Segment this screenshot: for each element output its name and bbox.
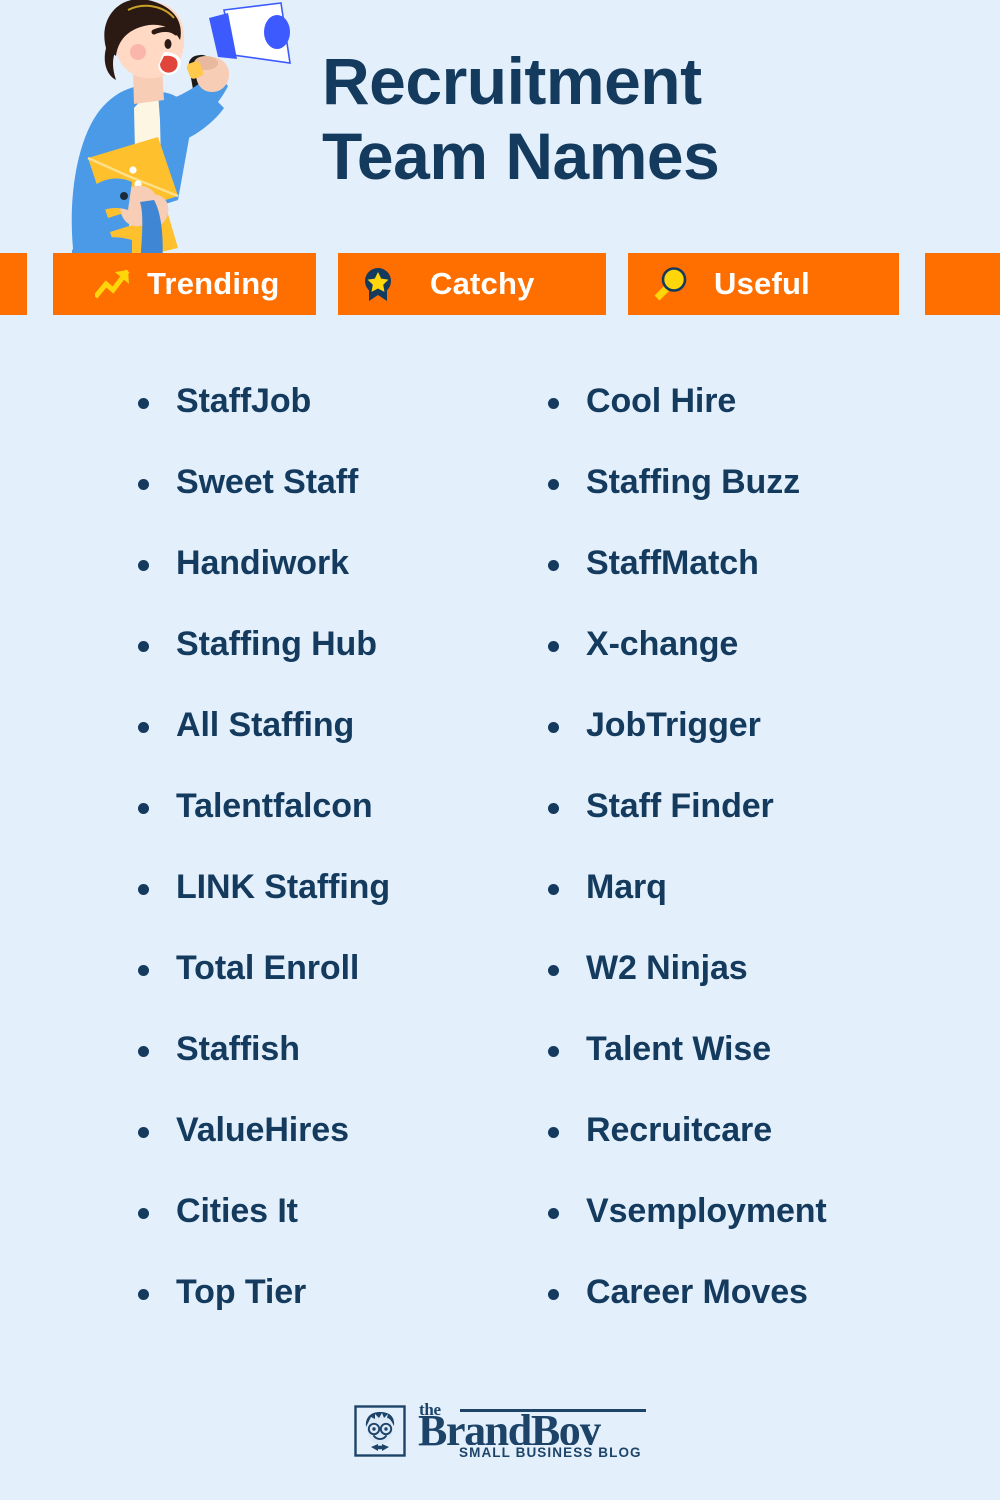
team-name: StaffJob — [176, 382, 312, 420]
badge-catchy-label: Catchy — [430, 266, 535, 301]
bullet-icon — [138, 641, 149, 652]
list-item: Total Enroll — [138, 947, 528, 1028]
badge-trending[interactable]: Trending — [53, 253, 316, 315]
bullet-icon — [138, 1046, 149, 1057]
list-item: Career Moves — [548, 1271, 968, 1352]
list-item: Cool Hire — [548, 380, 968, 461]
bullet-icon — [138, 965, 149, 976]
magnifier-icon — [652, 266, 688, 302]
bullet-icon — [548, 803, 559, 814]
team-name: Sweet Staff — [176, 463, 359, 501]
list-item: All Staffing — [138, 704, 528, 785]
list-item: StaffMatch — [548, 542, 968, 623]
list-item: Cities It — [138, 1190, 528, 1271]
page-title: Recruitment Team Names — [322, 44, 720, 193]
bullet-icon — [138, 479, 149, 490]
infographic-page: Recruitment Team Names Trending Catchy U… — [0, 0, 1000, 1500]
team-name: Cool Hire — [586, 382, 737, 420]
team-name: Talentfalcon — [176, 787, 373, 825]
list-item: X-change — [548, 623, 968, 704]
bullet-icon — [548, 1289, 559, 1300]
list-item: Staff Finder — [548, 785, 968, 866]
list-item: LINK Staffing — [138, 866, 528, 947]
bullet-icon — [548, 479, 559, 490]
team-name: Career Moves — [586, 1273, 808, 1311]
team-name: Top Tier — [176, 1273, 307, 1311]
team-name: X-change — [586, 625, 739, 663]
trending-up-icon — [93, 266, 131, 302]
header: Recruitment Team Names — [0, 0, 1000, 266]
bullet-icon — [138, 1127, 149, 1138]
brandboy-wordmark: the BrandBoy SMALL BUSINESS BLOG — [418, 1400, 646, 1462]
bullet-icon — [138, 1208, 149, 1219]
team-name: LINK Staffing — [176, 868, 391, 906]
bullet-icon — [138, 1289, 149, 1300]
bullet-icon — [548, 884, 559, 895]
list-item: Handiwork — [138, 542, 528, 623]
team-name: StaffMatch — [586, 544, 759, 582]
team-name: Talent Wise — [586, 1030, 772, 1068]
bullet-icon — [138, 884, 149, 895]
list-item: Staffing Buzz — [548, 461, 968, 542]
team-name: ValueHires — [176, 1111, 349, 1149]
badge-strip: Trending Catchy Useful — [0, 253, 1000, 315]
bullet-icon — [548, 1046, 559, 1057]
team-name: Staff Finder — [586, 787, 774, 825]
list-item: Top Tier — [138, 1271, 528, 1352]
bullet-icon — [548, 1208, 559, 1219]
logo-tagline: SMALL BUSINESS BLOG — [456, 1445, 645, 1460]
bullet-icon — [548, 965, 559, 976]
bullet-icon — [548, 1127, 559, 1138]
bullet-icon — [548, 722, 559, 733]
team-name: Total Enroll — [176, 949, 360, 987]
footer: the BrandBoy SMALL BUSINESS BLOG — [0, 1386, 1000, 1476]
list-item: Talentfalcon — [138, 785, 528, 866]
badge-strip-right-edge — [925, 253, 1000, 315]
bullet-icon — [138, 722, 149, 733]
team-name: Marq — [586, 868, 667, 906]
list-item: Sweet Staff — [138, 461, 528, 542]
names-column-right: Cool Hire Staffing Buzz StaffMatch X-cha… — [548, 380, 968, 1352]
team-name: W2 Ninjas — [586, 949, 748, 987]
award-star-icon — [360, 266, 396, 302]
team-name: Handiwork — [176, 544, 349, 582]
team-name: Staffing Buzz — [586, 463, 801, 501]
badge-useful[interactable]: Useful — [628, 253, 899, 315]
list-item: Staffing Hub — [138, 623, 528, 704]
list-item: Marq — [548, 866, 968, 947]
team-name: All Staffing — [176, 706, 355, 744]
team-name: Cities It — [176, 1192, 298, 1230]
list-item: ValueHires — [138, 1109, 528, 1190]
badge-trending-label: Trending — [147, 266, 280, 301]
brandboy-logo[interactable]: the BrandBoy SMALL BUSINESS BLOG — [354, 1400, 646, 1462]
bullet-icon — [548, 560, 559, 571]
badge-catchy[interactable]: Catchy — [338, 253, 606, 315]
boy-face-glasses-icon — [354, 1405, 406, 1457]
badge-strip-left-edge — [0, 253, 27, 315]
list-item: W2 Ninjas — [548, 947, 968, 1028]
list-item: Talent Wise — [548, 1028, 968, 1109]
list-item: StaffJob — [138, 380, 528, 461]
list-item: Recruitcare — [548, 1109, 968, 1190]
bullet-icon — [138, 398, 149, 409]
list-item: JobTrigger — [548, 704, 968, 785]
team-name: Staffish — [176, 1030, 300, 1068]
team-name: Staffing Hub — [176, 625, 377, 663]
team-name: JobTrigger — [586, 706, 761, 744]
bullet-icon — [138, 803, 149, 814]
team-name: Recruitcare — [586, 1111, 772, 1149]
badge-useful-label: Useful — [714, 266, 810, 301]
bullet-icon — [138, 560, 149, 571]
man-with-megaphone-illustration — [28, 0, 318, 266]
names-column-left: StaffJob Sweet Staff Handiwork Staffing … — [138, 380, 528, 1352]
bullet-icon — [548, 398, 559, 409]
list-item: Staffish — [138, 1028, 528, 1109]
team-name: Vsemployment — [586, 1192, 827, 1230]
bullet-icon — [548, 641, 559, 652]
list-item: Vsemployment — [548, 1190, 968, 1271]
